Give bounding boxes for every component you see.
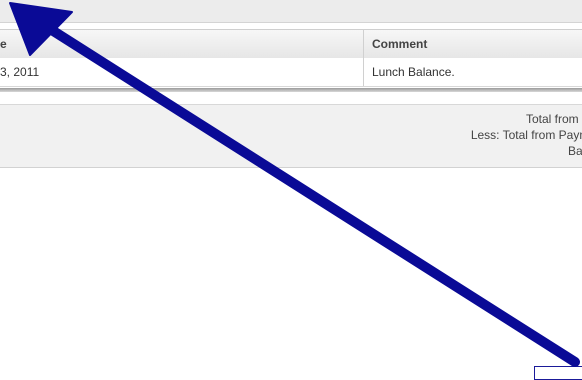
table-shadow [0,88,582,92]
total-from-fees-label: Total from Fo [525,112,582,126]
cell-comment: Lunch Balance. [372,65,455,79]
balance-label: Balar [567,144,582,158]
table-row[interactable]: 3, 2011 Lunch Balance. [0,58,582,87]
partial-button[interactable] [534,366,582,380]
column-divider [363,29,364,86]
column-header-comment[interactable]: Comment [372,30,427,58]
top-strip [0,0,582,23]
column-header-date[interactable]: e [0,30,7,58]
cell-date: 3, 2011 [0,65,40,79]
totals-panel: Total from Fo Less: Total from Payme Bal… [0,104,582,168]
table-header-row: e Comment [0,29,582,59]
total-from-payments-label: Less: Total from Payme [470,128,582,142]
fees-table: e Comment 3, 2011 Lunch Balance. [0,29,582,91]
